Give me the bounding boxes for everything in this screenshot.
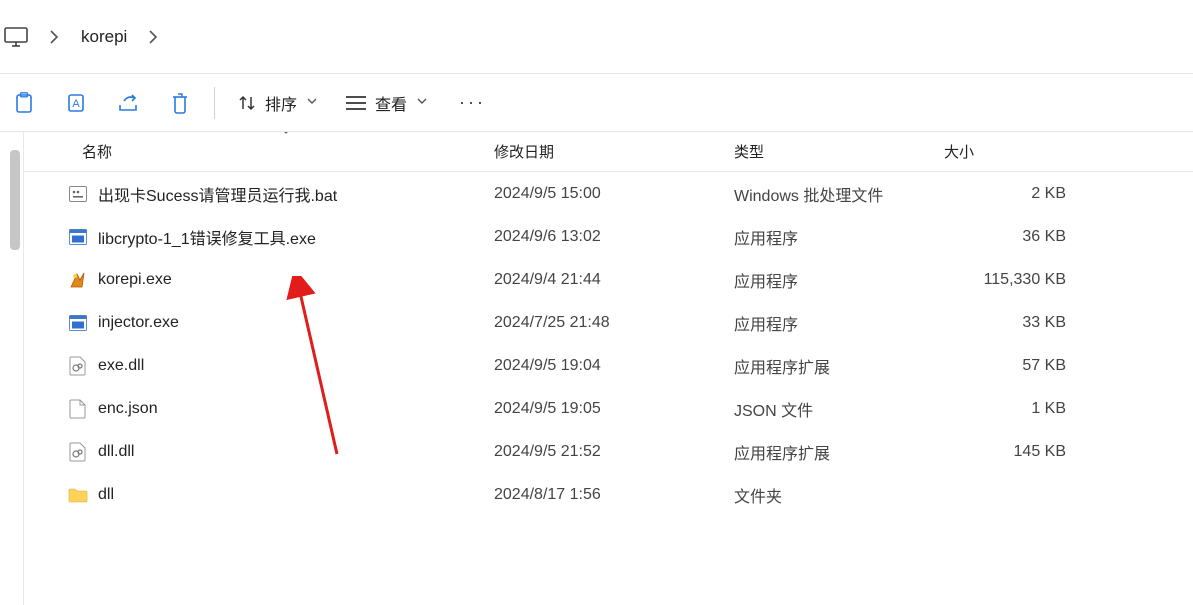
file-row[interactable]: injector.exe 2024/7/25 21:48应用程序33 KB bbox=[24, 301, 1193, 344]
breadcrumb: korepi bbox=[0, 0, 1193, 74]
toolbar: A 排序 查看 ··· bbox=[0, 74, 1193, 132]
file-row[interactable]: enc.json 2024/9/5 19:05JSON 文件1 KB bbox=[24, 387, 1193, 430]
file-row[interactable]: dll.dll 2024/9/5 21:52应用程序扩展145 KB bbox=[24, 430, 1193, 473]
file-type: 应用程序 bbox=[734, 311, 944, 335]
file-row[interactable]: korepi.exe 2024/9/4 21:44应用程序115,330 KB bbox=[24, 258, 1193, 301]
chevron-right-icon[interactable] bbox=[50, 30, 59, 44]
file-name: libcrypto-1_1错误修复工具.exe bbox=[98, 225, 316, 249]
toolbar-separator bbox=[214, 87, 215, 119]
file-size: 1 KB bbox=[944, 400, 1084, 418]
sort-icon bbox=[237, 94, 257, 112]
file-size: 33 KB bbox=[944, 314, 1084, 332]
file-date: 2024/9/5 19:04 bbox=[494, 357, 734, 375]
file-name: dll.dll bbox=[98, 443, 134, 461]
chevron-down-icon bbox=[417, 97, 427, 108]
view-label: 查看 bbox=[375, 91, 407, 115]
nav-pane-edge bbox=[0, 132, 24, 605]
file-row[interactable]: libcrypto-1_1错误修复工具.exe 2024/9/6 13:02应用程… bbox=[24, 215, 1193, 258]
column-date[interactable]: 修改日期 bbox=[494, 141, 734, 162]
column-header: 名称 修改日期 类型 大小 bbox=[24, 132, 1193, 172]
view-icon bbox=[345, 95, 367, 111]
column-name-label: 名称 bbox=[82, 141, 112, 162]
bat-icon bbox=[68, 184, 88, 204]
file-size: 57 KB bbox=[944, 357, 1084, 375]
file-size: 2 KB bbox=[944, 185, 1084, 203]
file-date: 2024/9/5 15:00 bbox=[494, 185, 734, 203]
file-date: 2024/9/6 13:02 bbox=[494, 228, 734, 246]
file-name: 出现卡Sucess请管理员运行我.bat bbox=[98, 182, 337, 206]
more-button[interactable]: ··· bbox=[445, 92, 500, 113]
rename-button[interactable]: A bbox=[54, 83, 98, 123]
sort-label: 排序 bbox=[265, 91, 297, 115]
breadcrumb-folder[interactable]: korepi bbox=[81, 27, 127, 47]
file-row[interactable]: exe.dll 2024/9/5 19:04应用程序扩展57 KB bbox=[24, 344, 1193, 387]
file-type: JSON 文件 bbox=[734, 397, 944, 421]
file-size: 145 KB bbox=[944, 443, 1084, 461]
file-type: 应用程序扩展 bbox=[734, 354, 944, 378]
file-name: dll bbox=[98, 486, 114, 504]
delete-button[interactable] bbox=[158, 83, 202, 123]
file-date: 2024/9/5 21:52 bbox=[494, 443, 734, 461]
chevron-down-icon bbox=[307, 97, 317, 108]
file-type: 应用程序 bbox=[734, 225, 944, 249]
folder-icon bbox=[68, 485, 88, 505]
korepi-icon bbox=[68, 270, 88, 290]
share-button[interactable] bbox=[106, 83, 150, 123]
view-button[interactable]: 查看 bbox=[335, 83, 437, 123]
paste-button[interactable] bbox=[2, 83, 46, 123]
file-size: 115,330 KB bbox=[944, 271, 1084, 289]
file-date: 2024/9/4 21:44 bbox=[494, 271, 734, 289]
this-pc-icon[interactable] bbox=[4, 26, 28, 48]
dll-icon bbox=[68, 356, 88, 376]
file-name: enc.json bbox=[98, 400, 158, 418]
file-type: Windows 批处理文件 bbox=[734, 182, 944, 206]
file-date: 2024/7/25 21:48 bbox=[494, 314, 734, 332]
file-row[interactable]: dll 2024/8/17 1:56文件夹 bbox=[24, 473, 1193, 516]
nav-scrollbar[interactable] bbox=[10, 150, 20, 250]
file-type: 应用程序 bbox=[734, 268, 944, 292]
chevron-right-icon[interactable] bbox=[149, 30, 158, 44]
column-type[interactable]: 类型 bbox=[734, 141, 944, 162]
file-type: 文件夹 bbox=[734, 483, 944, 507]
file-size: 36 KB bbox=[944, 228, 1084, 246]
exe-icon bbox=[68, 227, 88, 247]
exe-icon bbox=[68, 313, 88, 333]
json-icon bbox=[68, 399, 88, 419]
column-name[interactable]: 名称 bbox=[24, 141, 494, 162]
sort-button[interactable]: 排序 bbox=[227, 83, 327, 123]
file-row[interactable]: 出现卡Sucess请管理员运行我.bat 2024/9/5 15:00Window… bbox=[24, 172, 1193, 215]
dll-icon bbox=[68, 442, 88, 462]
file-date: 2024/9/5 19:05 bbox=[494, 400, 734, 418]
file-name: injector.exe bbox=[98, 314, 179, 332]
file-name: exe.dll bbox=[98, 357, 144, 375]
file-date: 2024/8/17 1:56 bbox=[494, 486, 734, 504]
svg-text:A: A bbox=[72, 98, 80, 110]
file-name: korepi.exe bbox=[98, 271, 172, 289]
column-size[interactable]: 大小 bbox=[944, 141, 1084, 162]
file-type: 应用程序扩展 bbox=[734, 440, 944, 464]
